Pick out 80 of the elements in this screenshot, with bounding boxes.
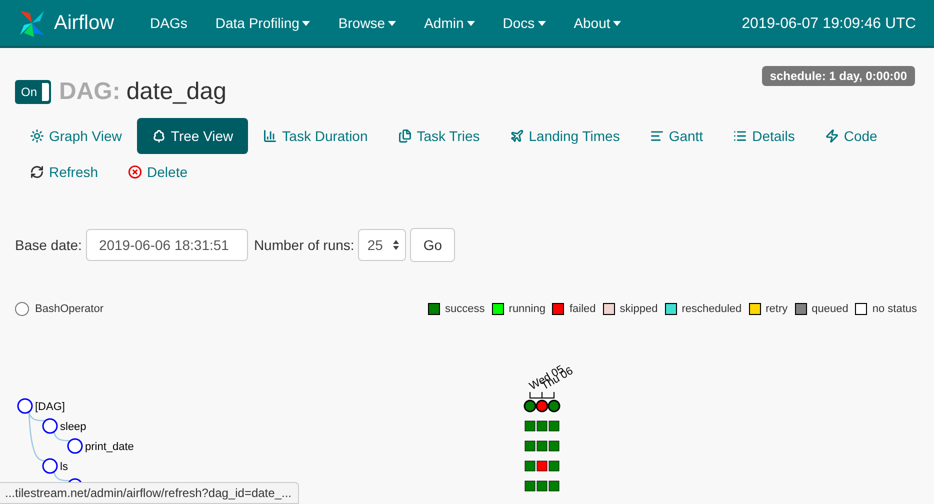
task-status-square[interactable]: [548, 440, 560, 452]
dag-prefix: DAG:: [59, 78, 120, 106]
on-toggle[interactable]: On: [15, 80, 51, 104]
task-status-square[interactable]: [548, 460, 560, 472]
view-tab[interactable]: Task Duration: [248, 118, 383, 154]
runs-select[interactable]: 25: [358, 229, 406, 261]
base-date-label: Base date:: [15, 237, 82, 253]
clock: 2019-06-07 19:09:46 UTC: [742, 14, 916, 32]
legend-label: no status: [872, 303, 917, 315]
legend-label: failed: [569, 303, 596, 315]
view-tab[interactable]: Tree View: [136, 118, 248, 154]
files-icon: [398, 129, 412, 143]
align-left-icon: [650, 129, 664, 143]
legend-label: retry: [766, 303, 788, 315]
action-link[interactable]: Delete: [113, 154, 202, 190]
view-tab[interactable]: Graph View: [15, 118, 137, 154]
caret-icon: [538, 20, 546, 26]
tree-node[interactable]: [42, 458, 58, 474]
task-label: [DAG]: [35, 401, 65, 413]
view-tab[interactable]: Task Tries: [382, 118, 495, 154]
task-status-square[interactable]: [548, 420, 560, 432]
legend-label: queued: [812, 303, 848, 315]
brand-name[interactable]: Airflow: [54, 12, 114, 34]
run-status-circle[interactable]: [548, 400, 560, 412]
view-tab[interactable]: Code: [810, 118, 892, 154]
tree-node[interactable]: [42, 418, 58, 434]
runs-label: Number of runs:: [254, 237, 354, 253]
run-status-circle[interactable]: [524, 400, 536, 412]
base-date-field[interactable]: 2019-06-06 18:31:51: [86, 229, 248, 261]
task-status-square[interactable]: [536, 420, 548, 432]
spinner-arrows-icon: [393, 239, 400, 251]
run-status-circle[interactable]: [536, 400, 548, 412]
operator-label: BashOperator: [35, 303, 104, 315]
task-status-square[interactable]: [524, 460, 536, 472]
operator-circle-icon: [15, 302, 29, 316]
legend-label: rescheduled: [682, 303, 742, 315]
caret-icon: [302, 20, 310, 26]
menu-item[interactable]: Admin: [424, 15, 475, 31]
burst-icon: [30, 129, 44, 143]
bar-chart-icon: [263, 129, 278, 143]
view-tab[interactable]: Details: [718, 118, 810, 154]
task-label: sleep: [60, 421, 86, 433]
menu-item[interactable]: Docs: [502, 15, 546, 31]
menu-item[interactable]: DAGs: [150, 15, 188, 31]
view-tab[interactable]: Gantt: [634, 118, 718, 154]
schedule-badge: schedule: 1 day, 0:00:00: [762, 66, 915, 86]
close-icon: [128, 165, 142, 179]
legend-label: success: [445, 303, 485, 315]
url-tooltip: ...tilestream.net/admin/airflow/refresh?dag_id=date_...: [0, 482, 298, 504]
task-status-square[interactable]: [536, 440, 548, 452]
menu-item[interactable]: Data Profiling: [215, 15, 310, 31]
plane-icon: [510, 129, 524, 143]
go-button[interactable]: Go: [410, 228, 455, 262]
tree-link: [53, 432, 70, 442]
action-link[interactable]: Refresh: [15, 154, 114, 190]
menu-item[interactable]: About: [574, 15, 622, 31]
task-status-square[interactable]: [536, 480, 548, 492]
task-label: ls: [60, 461, 68, 473]
legend-label: running: [508, 303, 546, 315]
caret-icon: [466, 20, 475, 26]
tree-node[interactable]: [17, 398, 33, 414]
view-tab[interactable]: Landing Times: [494, 118, 635, 154]
lightning-icon: [824, 129, 839, 143]
refresh-icon: [30, 165, 44, 179]
task-status-square[interactable]: [548, 480, 560, 492]
menu-item[interactable]: Browse: [338, 15, 396, 31]
list-icon: [733, 129, 748, 143]
task-status-square[interactable]: [524, 480, 536, 492]
task-label: print_date: [85, 441, 134, 453]
task-status-square[interactable]: [524, 440, 536, 452]
legend-label: skipped: [620, 303, 658, 315]
date-axis: [530, 392, 554, 398]
caret-icon: [613, 20, 622, 26]
task-status-square[interactable]: [536, 460, 548, 472]
tree-node[interactable]: [67, 438, 83, 454]
dag-title: date_dag: [126, 78, 226, 106]
task-status-square[interactable]: [524, 420, 536, 432]
tree-link: [53, 472, 70, 482]
tree-icon: [152, 129, 166, 143]
caret-icon: [388, 20, 396, 26]
